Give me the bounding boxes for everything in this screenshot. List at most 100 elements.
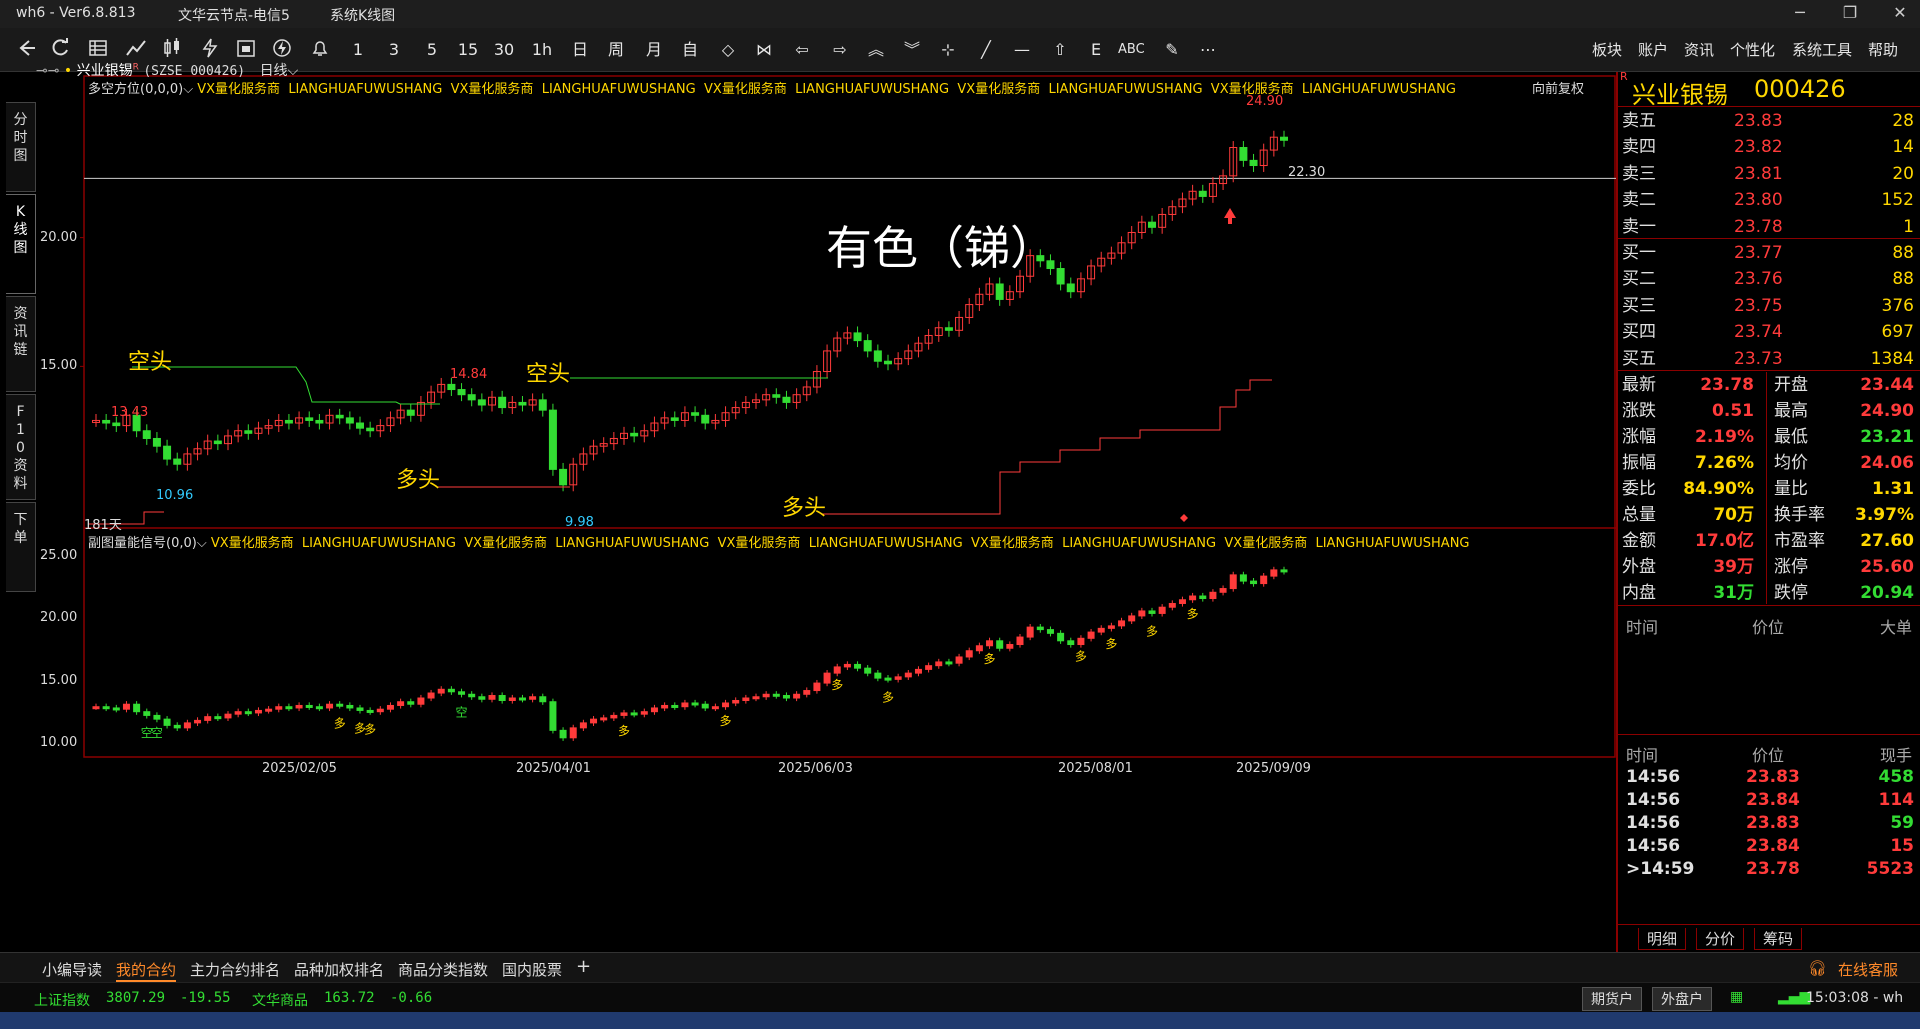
period-day[interactable]: 日 <box>568 37 592 63</box>
chevron-down-icon[interactable]: ⌵ <box>288 63 299 79</box>
orderbook-row[interactable]: 买三 23.75 376 <box>1622 293 1918 319</box>
chart-area[interactable]: 空空多多多空多多多多多多多多多 ⊸⊸ • 兴业银锡R (SZSE 000426)… <box>36 62 1616 952</box>
down-icon[interactable]: ︾ <box>900 37 924 63</box>
vendor-label: LIANGHUAFUWUSHANG <box>1315 536 1470 551</box>
menu-tools[interactable]: 系统工具 <box>1792 39 1852 60</box>
period-month[interactable]: 月 <box>642 37 666 63</box>
orderbook-row[interactable]: 卖五 23.83 28 <box>1622 108 1918 134</box>
subtab-chips[interactable]: 筹码 <box>1754 928 1803 950</box>
sub-indicator[interactable]: 副图量能信号(0,0) <box>88 536 197 551</box>
pen-icon[interactable]: ✎ <box>1160 37 1184 63</box>
menu-news[interactable]: 资讯 <box>1684 39 1714 60</box>
online-service[interactable]: 在线客服 <box>1838 959 1898 980</box>
period-30[interactable]: 30 <box>492 37 516 63</box>
orderbook-row[interactable]: 买五 23.73 1384 <box>1622 346 1918 372</box>
crosshair-icon[interactable]: ⊹ <box>936 37 960 63</box>
subtab-detail[interactable]: 明细 <box>1638 928 1687 950</box>
signal-label: 多 <box>831 678 843 692</box>
candle <box>335 414 344 419</box>
tab-news-chain[interactable]: 资讯链 <box>6 296 36 392</box>
index2-name[interactable]: 文华商品 <box>252 990 308 1010</box>
zoom-out-icon[interactable]: ⋈ <box>752 37 776 63</box>
add-tab-button[interactable]: + <box>576 956 591 977</box>
candle <box>305 704 313 708</box>
index1-name[interactable]: 上证指数 <box>34 990 90 1010</box>
close-icon[interactable]: ✕ <box>1880 3 1920 25</box>
period-week[interactable]: 周 <box>604 37 628 63</box>
period-3[interactable]: 3 <box>382 37 406 63</box>
shift-right-icon[interactable]: ⇨ <box>828 37 852 63</box>
zoom-in-icon[interactable]: ◇ <box>716 37 740 63</box>
menu-sector[interactable]: 板块 <box>1592 39 1622 60</box>
tab-kline[interactable]: K线图 <box>6 194 36 294</box>
orderbook-row[interactable]: 卖一 23.78 1 <box>1622 214 1918 240</box>
subtab-price[interactable]: 分价 <box>1696 928 1745 950</box>
orderbook-row[interactable]: 买一 23.77 88 <box>1622 240 1918 266</box>
fib-icon[interactable]: Ε <box>1084 37 1108 63</box>
quote-title: R 兴业银锡 000426 <box>1618 70 1920 109</box>
back-icon[interactable] <box>14 37 38 63</box>
menu-personalize[interactable]: 个性化 <box>1730 39 1775 60</box>
candle <box>762 693 770 698</box>
menu-help[interactable]: 帮助 <box>1868 39 1898 60</box>
up-icon[interactable]: ︽ <box>864 37 888 63</box>
candle <box>1280 136 1288 141</box>
tab-order[interactable]: 下单 <box>6 502 36 592</box>
period-1[interactable]: 1 <box>346 37 370 63</box>
orderbook-row[interactable]: 卖三 23.81 20 <box>1622 161 1918 187</box>
candle <box>813 682 821 692</box>
menu-account[interactable]: 账户 <box>1638 39 1668 60</box>
candle <box>722 702 730 708</box>
server-node[interactable]: 文华云节点-电信5 <box>178 5 290 25</box>
hline-icon[interactable]: — <box>1010 37 1034 63</box>
btab-category-index[interactable]: 商品分类指数 <box>398 959 488 980</box>
candle <box>518 401 527 406</box>
candle <box>539 696 547 703</box>
text-tool-icon[interactable]: ABC <box>1118 37 1145 63</box>
tab-timeshare[interactable]: 分时图 <box>6 102 36 192</box>
stat-row: 最新 23.78 开盘 23.44 <box>1622 375 1914 395</box>
draw-line-icon[interactable]: ╱ <box>974 37 998 63</box>
period-1h[interactable]: 1h <box>530 37 554 63</box>
candle <box>965 650 973 658</box>
more-icon[interactable]: ⋯ <box>1196 37 1220 63</box>
restore-icon[interactable]: ❐ <box>1830 3 1870 25</box>
bell-icon[interactable] <box>308 37 332 63</box>
candle <box>1249 159 1258 167</box>
btab-my-contracts[interactable]: 我的合约 <box>116 959 177 982</box>
futures-account-button[interactable]: 期货户 <box>1582 987 1642 1011</box>
main-indicator[interactable]: 多空方位(0,0,0) <box>88 82 183 97</box>
orderbook-row[interactable]: 卖四 23.82 14 <box>1622 134 1918 160</box>
chevron-down-icon[interactable]: ⌵ <box>197 536 207 551</box>
period-15[interactable]: 15 <box>456 37 480 63</box>
btab-weighted-rank[interactable]: 品种加权排名 <box>294 959 384 980</box>
orderbook-row[interactable]: 买四 23.74 697 <box>1622 319 1918 345</box>
candle <box>407 701 415 705</box>
period-select[interactable]: 日线 <box>260 63 288 79</box>
candle <box>630 712 638 716</box>
candle <box>315 419 324 424</box>
btab-main-rank[interactable]: 主力合约排名 <box>190 959 280 980</box>
chevron-down-icon[interactable]: ⌵ <box>183 82 193 97</box>
diamond-marker <box>1180 514 1188 522</box>
orderbook-row[interactable]: 卖二 23.80 152 <box>1622 187 1918 213</box>
annotation-duo1: 多头 <box>396 468 441 493</box>
foreign-account-button[interactable]: 外盘户 <box>1652 987 1712 1011</box>
btab-editor[interactable]: 小编导读 <box>42 959 102 980</box>
adjust-mode[interactable]: 向前复权 <box>1532 78 1584 97</box>
candle <box>1239 574 1247 582</box>
btab-domestic-stock[interactable]: 国内股票 <box>502 959 562 980</box>
minimize-icon[interactable]: ─ <box>1780 3 1820 25</box>
orderbook-row[interactable]: 买二 23.76 88 <box>1622 266 1918 292</box>
period-custom[interactable]: 自 <box>678 37 702 63</box>
symbol-code: (SZSE 000426) <box>143 64 246 79</box>
headset-icon[interactable]: 🎧︎ <box>1808 959 1827 977</box>
vendor-label: LIANGHUAFUWUSHANG <box>808 536 963 551</box>
home-icon[interactable]: ⇧ <box>1048 37 1072 63</box>
keyboard-icon[interactable]: ▦ <box>1730 989 1743 1005</box>
tab-f10[interactable]: F10资料 <box>6 394 36 500</box>
period-5[interactable]: 5 <box>420 37 444 63</box>
candle <box>427 692 435 699</box>
shift-left-icon[interactable]: ⇦ <box>790 37 814 63</box>
candle <box>213 440 222 445</box>
